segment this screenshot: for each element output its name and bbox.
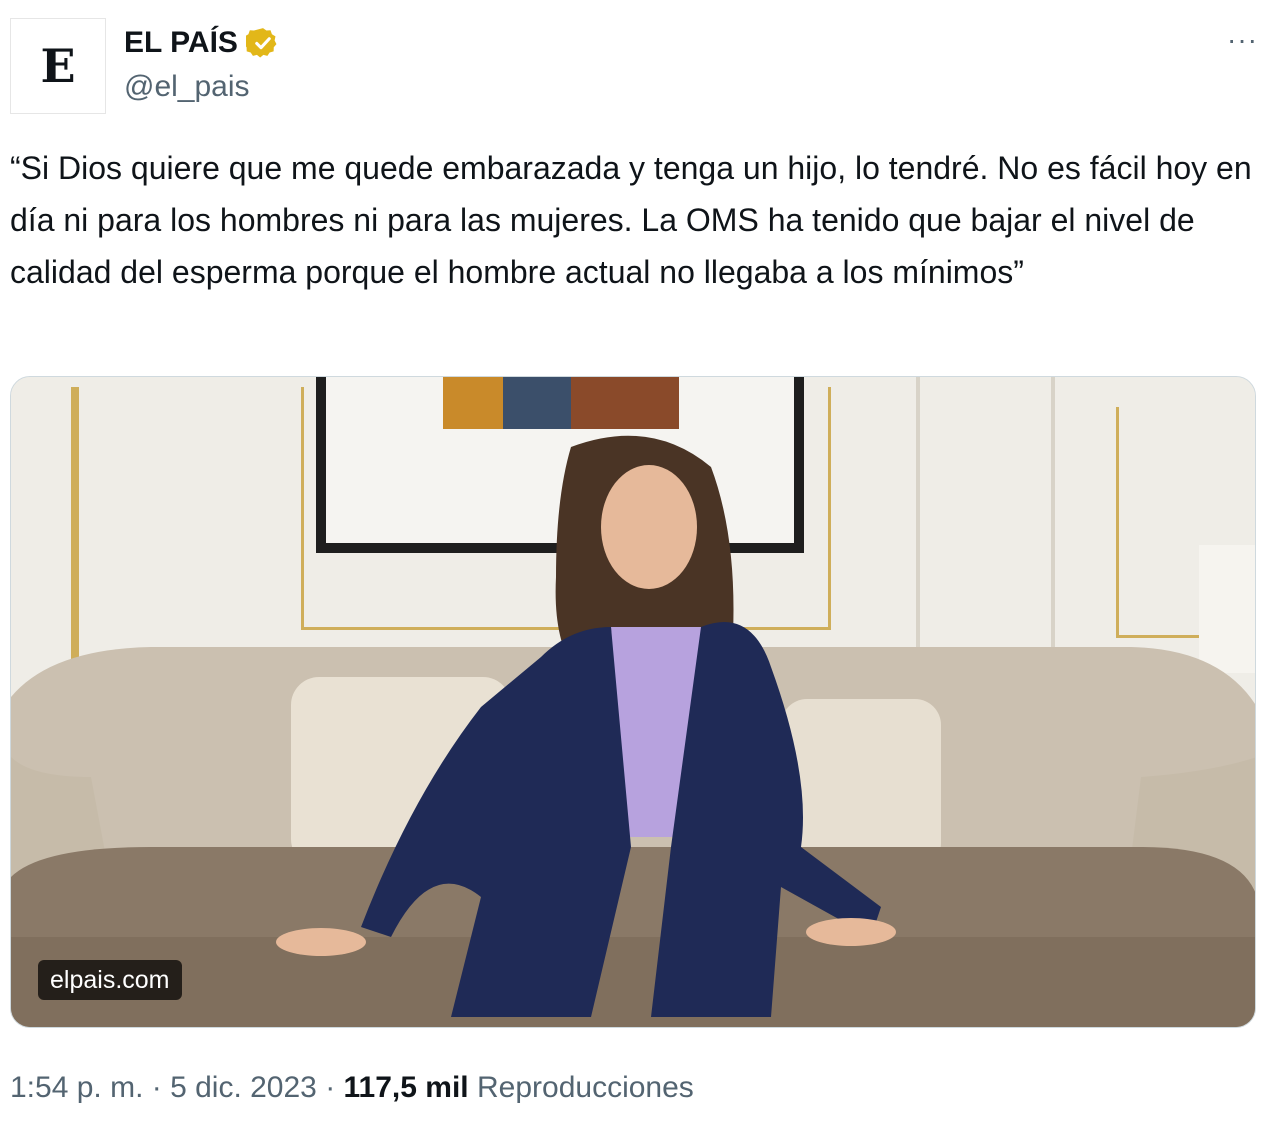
views-label[interactable]: Reproducciones <box>477 1071 694 1104</box>
views-count[interactable]: 117,5 mil <box>344 1071 469 1104</box>
avatar[interactable]: E <box>10 18 106 114</box>
verified-badge-icon[interactable] <box>245 26 280 60</box>
tweet-photo[interactable] <box>10 376 1256 1028</box>
avatar-logo: E <box>40 39 76 93</box>
tweet-text: “Si Dios quiere que me quede embarazada … <box>10 150 1252 290</box>
author-handle[interactable]: @el_pais <box>124 70 250 104</box>
display-name[interactable]: EL PAÍS <box>124 26 238 60</box>
tweet-metadata: 1:54 p. m. · 5 dic. 2023 · 117,5 mil Rep… <box>10 1068 694 1108</box>
meta-separator: · <box>316 1071 344 1104</box>
more-options-button[interactable]: ··· <box>1227 26 1258 54</box>
tweet-date[interactable]: 5 dic. 2023 <box>170 1071 317 1104</box>
photo-illustration <box>11 377 1255 1027</box>
link-domain-badge: elpais.com <box>38 960 182 1000</box>
meta-separator: · <box>143 1071 171 1104</box>
tweet-time[interactable]: 1:54 p. m. <box>10 1071 143 1104</box>
author-name-row[interactable]: EL PAÍS <box>124 26 280 60</box>
